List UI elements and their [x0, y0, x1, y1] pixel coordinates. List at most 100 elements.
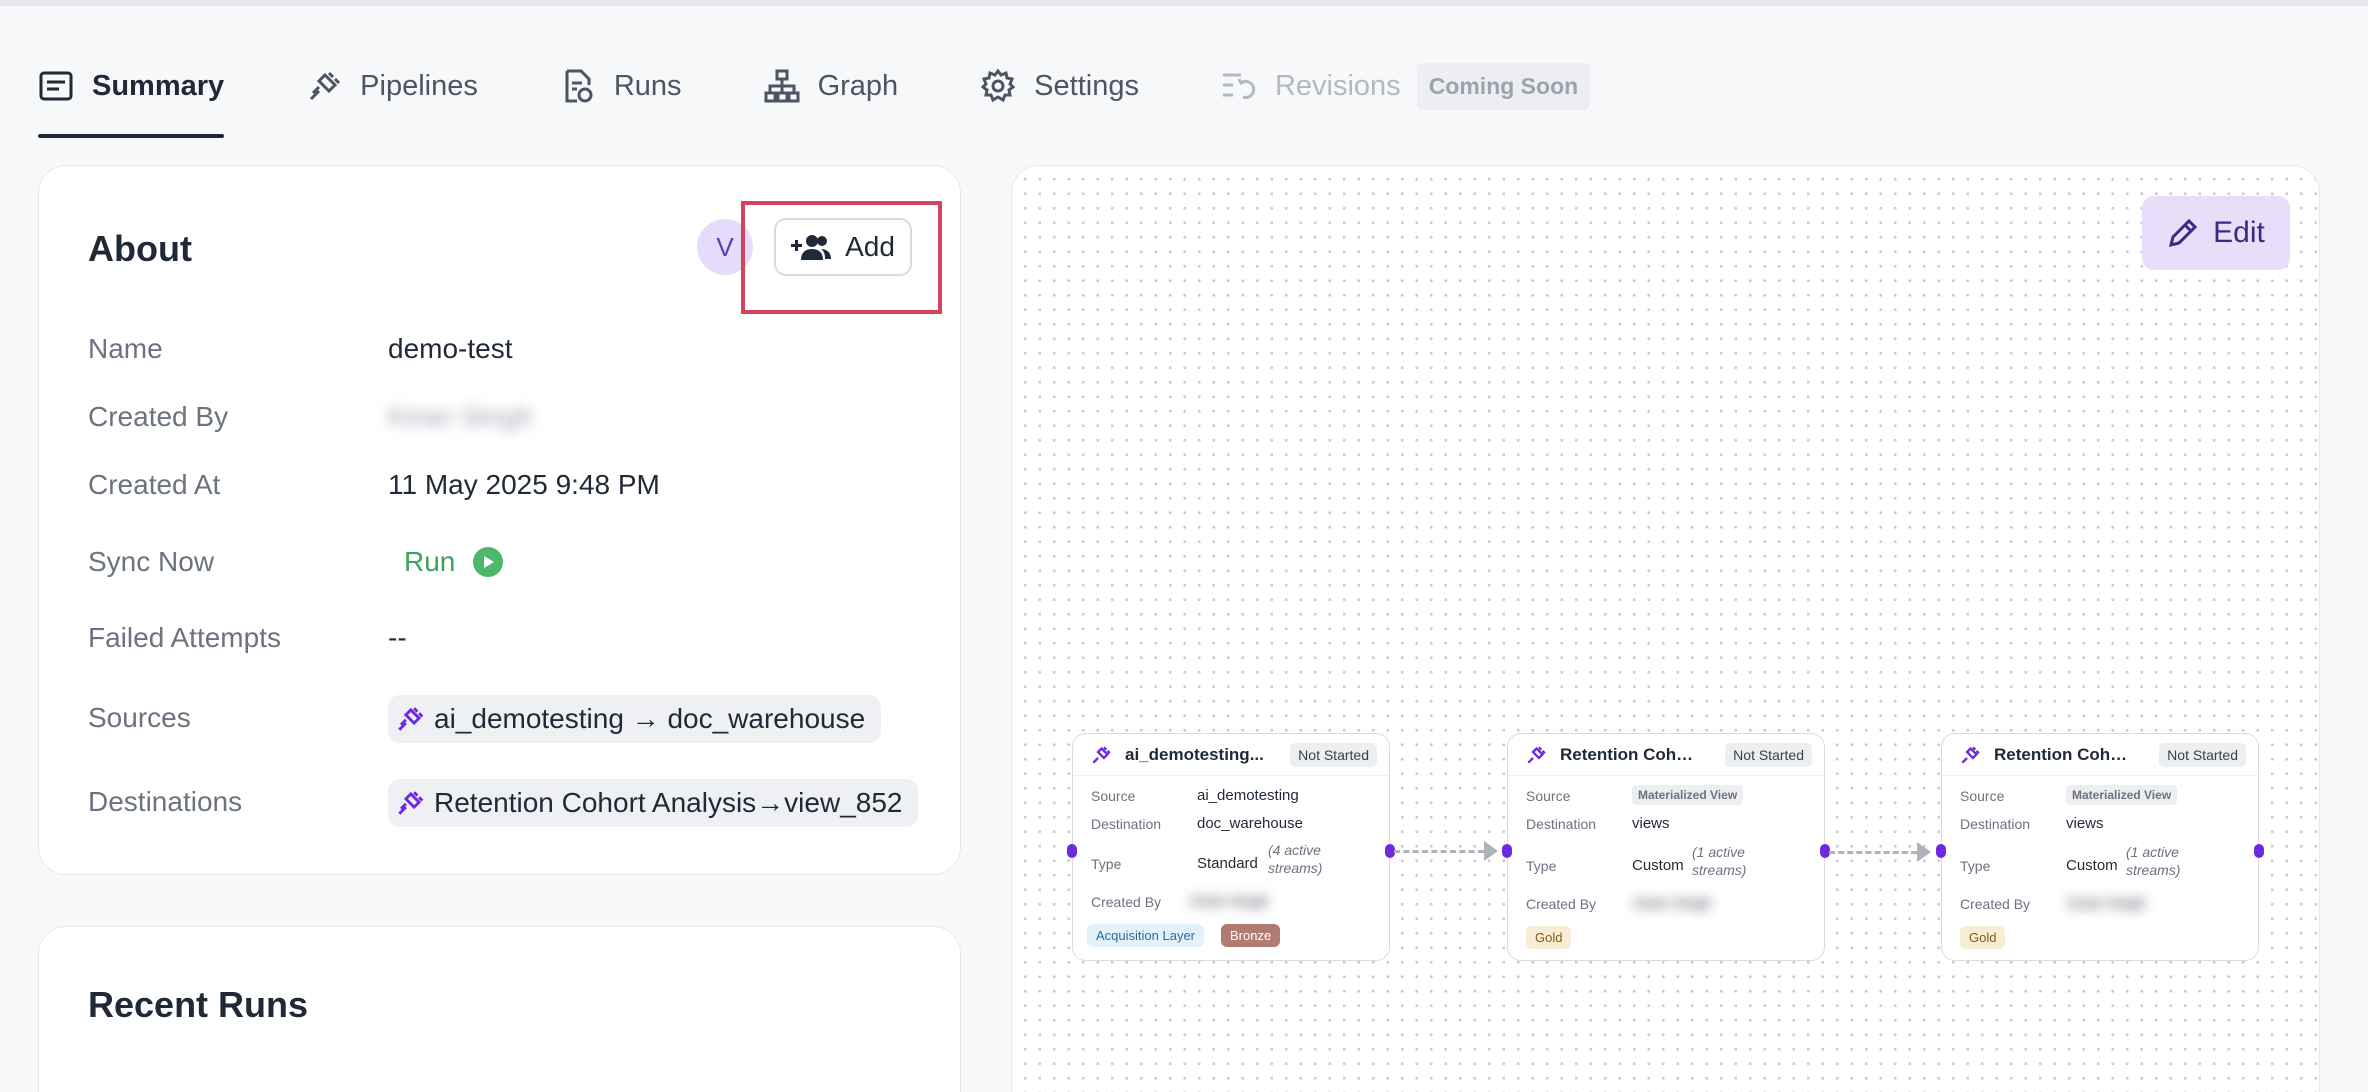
node-created-by-value: Kiran Singh [1191, 893, 1269, 910]
node-source-label: Source [1091, 788, 1136, 804]
destination-chip-label: Retention Cohort Analysis→view_852 [434, 787, 903, 818]
destinations-label: Destinations [88, 786, 243, 817]
add-button-highlight [741, 201, 942, 314]
node-source-value: Materialized View [1632, 785, 1744, 805]
node-destination-value: views [2066, 815, 2104, 832]
node-title: Retention Coho... [1994, 744, 2134, 764]
node-source-value: ai_demotesting [1197, 787, 1299, 804]
node-streams: (1 active streams) [1692, 844, 1747, 878]
name-value: demo-test [388, 333, 513, 364]
tag-gold: Gold [1526, 926, 1572, 949]
tag-bronze: Bronze [1221, 924, 1281, 947]
node-status-badge: Not Started [2159, 742, 2246, 767]
sync-now-label: Sync Now [88, 546, 215, 577]
run-button[interactable]: Run [404, 546, 504, 578]
created-by-value: Kiran Singh [388, 401, 533, 432]
tag-acquisition-layer: Acquisition Layer [1087, 924, 1204, 947]
node-created-by-label: Created By [1960, 896, 2031, 912]
node-source-value: Materialized View [2066, 785, 2178, 805]
tab-label: Summary [92, 69, 225, 102]
tab-settings[interactable]: Settings [980, 60, 1139, 112]
node-type-value: Custom [2066, 857, 2118, 874]
edge-arrow-icon [1917, 842, 1931, 862]
source-chip[interactable]: ai_demotesting → doc_warehouse [388, 695, 882, 743]
tab-pipelines[interactable]: Pipelines [306, 60, 478, 112]
node-destination-label: Destination [1526, 816, 1597, 832]
tab-label: Revisions [1274, 69, 1401, 102]
destination-chip[interactable]: Retention Cohort Analysis→view_852 [388, 779, 919, 827]
summary-icon [38, 68, 74, 104]
name-label: Name [88, 333, 163, 364]
graph-edge [1829, 851, 1917, 854]
node-input-handle[interactable] [1067, 844, 1077, 858]
node-source-label: Source [1526, 788, 1571, 804]
tag-gold: Gold [1960, 926, 2006, 949]
tab-bar: Summary Pipelines Runs Graph Settings Re… [38, 60, 1672, 138]
tab-runs[interactable]: Runs [560, 60, 682, 112]
play-icon [473, 547, 504, 577]
pipeline-node[interactable]: ai_demotesting... Not Started Source ai_… [1067, 733, 1395, 961]
node-title: ai_demotesting... [1125, 744, 1264, 764]
node-output-handle[interactable] [2254, 844, 2264, 858]
node-created-by-label: Created By [1091, 894, 1162, 910]
node-type-value: Custom [1632, 857, 1684, 874]
runs-file-icon [560, 68, 596, 104]
tab-graph[interactable]: Graph [764, 60, 899, 112]
node-type-label: Type [1091, 856, 1122, 872]
edit-button-label: Edit [2213, 216, 2265, 249]
node-destination-label: Destination [1960, 816, 2031, 832]
plug-icon [306, 68, 342, 104]
node-destination-label: Destination [1091, 816, 1162, 832]
gear-icon [980, 68, 1016, 104]
pencil-icon [2167, 217, 2199, 249]
plug-icon [396, 705, 424, 733]
created-by-label: Created By [88, 401, 229, 432]
node-source-label: Source [1960, 788, 2005, 804]
failed-attempts-label: Failed Attempts [88, 622, 281, 653]
node-type-value: Standard [1197, 855, 1258, 872]
node-title: Retention Coho... [1560, 744, 1700, 764]
node-streams: (1 active streams) [2126, 844, 2181, 878]
coming-soon-badge: Coming Soon [1416, 62, 1591, 110]
node-created-by-value: Kiran Singh [1634, 895, 1712, 912]
plug-icon [1526, 745, 1546, 765]
pipeline-node[interactable]: Retention Coho... Not Started Source Mat… [1502, 733, 1830, 961]
edit-button[interactable]: Edit [2142, 196, 2290, 270]
plug-icon [396, 789, 424, 817]
pipeline-node[interactable]: Retention Coho... Not Started Source Mat… [1936, 733, 2264, 961]
sources-label: Sources [88, 702, 191, 733]
node-input-handle[interactable] [1502, 844, 1512, 858]
graph-edge [1394, 850, 1484, 853]
created-at-label: Created At [88, 469, 221, 500]
tab-label: Settings [1034, 69, 1139, 102]
node-input-handle[interactable] [1936, 844, 1946, 858]
tab-label: Runs [613, 69, 682, 102]
materialized-view-badge: Materialized View [2066, 785, 2178, 805]
node-status-badge: Not Started [1290, 742, 1377, 767]
materialized-view-badge: Materialized View [1632, 785, 1744, 805]
top-border [0, 0, 2368, 6]
node-destination-value: doc_warehouse [1197, 815, 1303, 832]
recent-runs-title: Recent Runs [88, 984, 309, 1025]
node-destination-value: views [1632, 815, 1670, 832]
run-label: Run [404, 546, 456, 577]
plug-icon [1960, 745, 1980, 765]
failed-attempts-value: -- [388, 622, 407, 653]
tab-label: Pipelines [360, 69, 478, 102]
node-created-by-value: Kiran Singh [2068, 895, 2146, 912]
node-status-badge: Not Started [1725, 742, 1812, 767]
source-chip-label: ai_demotesting → doc_warehouse [434, 703, 866, 734]
node-type-label: Type [1960, 858, 1991, 874]
revisions-icon [1221, 68, 1257, 104]
tab-summary[interactable]: Summary [38, 60, 225, 138]
about-title: About [88, 228, 192, 269]
plug-icon [1091, 745, 1111, 765]
node-type-label: Type [1526, 858, 1557, 874]
node-created-by-label: Created By [1526, 896, 1597, 912]
created-at-value: 11 May 2025 9:48 PM [388, 469, 660, 500]
edge-arrow-icon [1484, 841, 1498, 861]
tab-label: Graph [817, 69, 899, 102]
node-streams: (4 active streams) [1268, 842, 1323, 876]
tab-revisions: Revisions Coming Soon [1221, 60, 1591, 112]
graph-hierarchy-icon [764, 68, 800, 104]
